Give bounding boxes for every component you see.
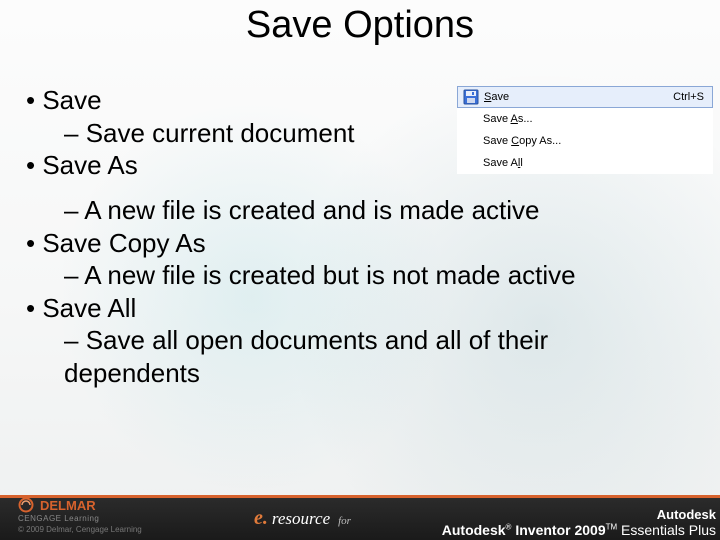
delmar-text: DELMAR bbox=[40, 498, 96, 513]
content-upper: Save Save current document Save As bbox=[26, 84, 456, 182]
menu-label-save: Save bbox=[484, 91, 663, 103]
eresource-for: for bbox=[338, 515, 351, 527]
menu-item-save[interactable]: Save Ctrl+S bbox=[457, 86, 713, 108]
bullet-save-all: Save All bbox=[26, 292, 686, 325]
bullet-save: Save bbox=[26, 84, 456, 117]
floppy-icon bbox=[462, 88, 480, 106]
bullet-save-copy-as: Save Copy As bbox=[26, 227, 686, 260]
blank-icon bbox=[461, 132, 479, 150]
bullet-save-as: Save As bbox=[26, 149, 456, 182]
blank-icon bbox=[461, 110, 479, 128]
delmar-block: DELMAR CENGAGE Learning © 2009 Delmar, C… bbox=[18, 497, 142, 534]
menu-label-save-copy-as: Save Copy As... bbox=[483, 135, 705, 147]
product-full-name: Autodesk® Inventor 2009TM Essentials Plu… bbox=[360, 522, 716, 538]
bullet-save-as-desc: A new file is created and is made active bbox=[64, 194, 686, 227]
bullet-save-desc: Save current document bbox=[64, 117, 456, 150]
menu-item-save-copy-as[interactable]: Save Copy As... bbox=[457, 130, 713, 152]
copyright-text: © 2009 Delmar, Cengage Learning bbox=[18, 525, 142, 534]
eresource-e: e. bbox=[254, 507, 268, 530]
menu-item-save-as[interactable]: Save As... bbox=[457, 108, 713, 130]
menu-shortcut-save: Ctrl+S bbox=[663, 91, 704, 103]
menu-label-save-as: Save As... bbox=[483, 113, 705, 125]
product-line: Autodesk Autodesk® Inventor 2009TM Essen… bbox=[360, 507, 716, 538]
delmar-swirl-icon bbox=[18, 497, 34, 513]
bullet-save-all-desc: Save all open documents and all of their… bbox=[64, 324, 686, 389]
blank-icon bbox=[461, 154, 479, 172]
slide-title: Save Options bbox=[0, 4, 720, 47]
content-lower: A new file is created and is made active… bbox=[26, 194, 686, 389]
footer: DELMAR CENGAGE Learning © 2009 Delmar, C… bbox=[0, 474, 720, 540]
bullet-save-copy-as-desc: A new file is created but is not made ac… bbox=[64, 259, 686, 292]
delmar-subtext: CENGAGE Learning bbox=[18, 514, 99, 523]
eresource-logo: e.resource for bbox=[254, 507, 351, 530]
menu-label-save-all: Save All bbox=[483, 157, 705, 169]
menu-item-save-all[interactable]: Save All bbox=[457, 152, 713, 174]
eresource-word: resource bbox=[272, 509, 330, 529]
delmar-logo: DELMAR bbox=[18, 497, 96, 513]
autodesk-word: Autodesk bbox=[657, 507, 716, 522]
save-menu: Save Ctrl+S Save As... Save Copy As... S… bbox=[457, 86, 713, 174]
slide: Save Options Save Save current document … bbox=[0, 0, 720, 540]
